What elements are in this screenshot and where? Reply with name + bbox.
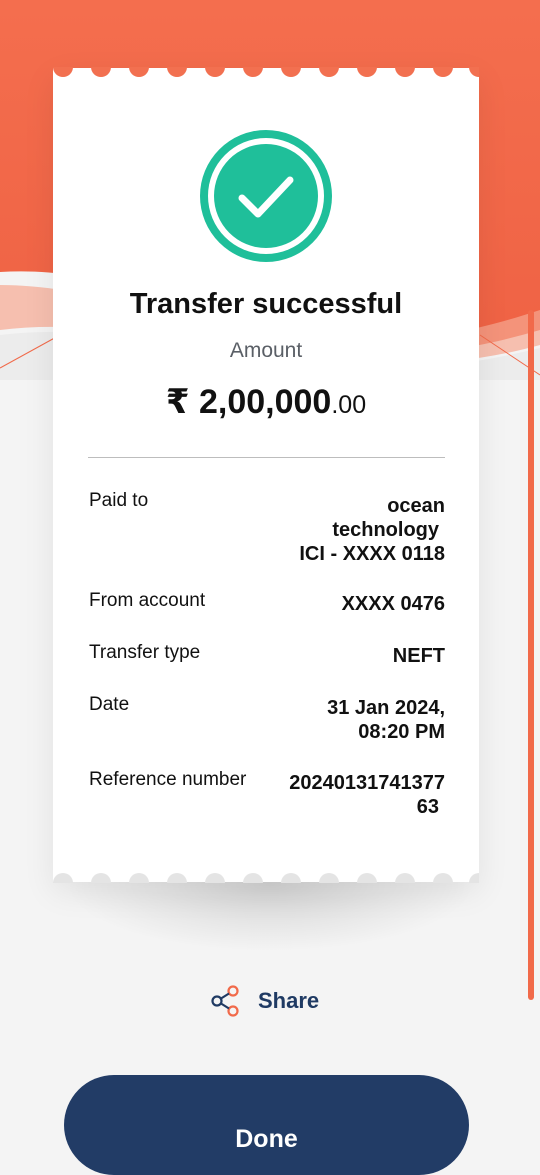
paid-to-account: ICI - XXXX 0118 xyxy=(299,543,445,565)
reference-number-label: Reference number xyxy=(89,769,247,790)
paid-to-name-line1: ocean xyxy=(387,495,445,517)
receipt-scallop-top xyxy=(53,67,479,77)
share-label: Share xyxy=(258,988,320,1013)
paid-to-label: Paid to xyxy=(89,490,149,511)
date-value-line1: 31 Jan 2024, xyxy=(327,697,445,719)
success-check-icon xyxy=(200,130,332,262)
paid-to-name-line2: technology xyxy=(332,519,439,541)
date-value-line2: 08:20 PM xyxy=(358,721,445,743)
transfer-type-label: Transfer type xyxy=(89,642,201,663)
reference-number-line1: 20240131741377 xyxy=(289,772,445,794)
amount-decimal: .00 xyxy=(331,391,367,419)
transfer-type-value: NEFT xyxy=(392,645,445,667)
receipt-scallop-bottom xyxy=(53,873,479,883)
share-button[interactable]: Share xyxy=(210,984,319,1018)
share-icon xyxy=(211,985,239,1017)
divider xyxy=(88,457,445,458)
transfer-receipt-card: Transfer successful Amount ₹ 2,00,000.00… xyxy=(53,67,479,883)
reference-number-line2: 63 xyxy=(416,796,439,818)
from-account-label: From account xyxy=(89,590,206,611)
page-title: Transfer successful xyxy=(129,288,403,320)
paid-to-value: ocean technology ICI - XXXX 0118 xyxy=(299,494,445,566)
done-button[interactable]: Done xyxy=(64,1075,469,1175)
reference-number-value: 20240131741377 63 xyxy=(289,771,445,819)
amount-label: Amount xyxy=(229,339,303,362)
amount-value: ₹ 2,00,000.00 xyxy=(53,382,479,422)
date-label: Date xyxy=(89,694,130,715)
from-account-value: XXXX 0476 xyxy=(341,593,445,615)
scroll-indicator[interactable] xyxy=(528,310,534,1000)
amount-main: ₹ 2,00,000 xyxy=(165,383,332,421)
date-value: 31 Jan 2024, 08:20 PM xyxy=(327,696,445,744)
